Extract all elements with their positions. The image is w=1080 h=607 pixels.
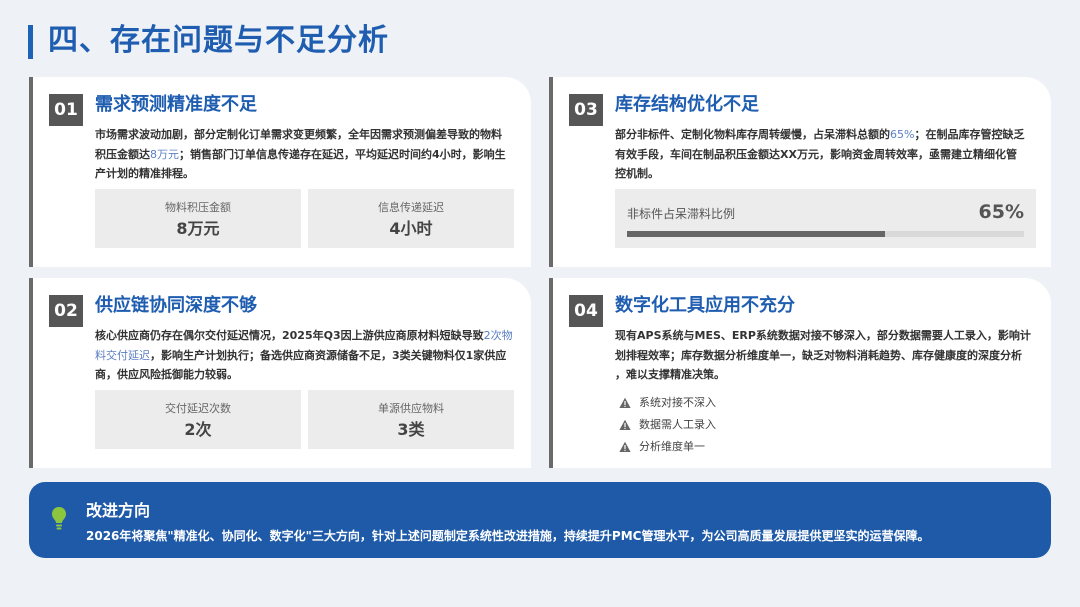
warning-triangle-icon	[619, 419, 631, 430]
list-item: 分析维度单一	[619, 436, 716, 458]
lightbulb-icon	[52, 507, 66, 530]
banner-text: 2026年将聚焦"精准化、协同化、数字化"三大方向，针对上述问题制定系统性改进措…	[86, 529, 930, 543]
issue-text: 分析维度单一	[639, 440, 705, 453]
desc-line: 积压金额达8万元；销售部门订单信息传递存在延迟，平均延迟时间约4小时，影响生	[95, 147, 506, 161]
card-demand-forecast: 01 需求预测精准度不足 市场需求波动加剧，部分定制化订单需求变更频繁，全年因需…	[29, 77, 531, 267]
desc-line: 市场需求波动加剧，部分定制化订单需求变更频繁，全年因需求预测偏差导致的物料	[95, 128, 502, 141]
progress-track	[627, 231, 1024, 237]
desc-line: 核心供应商仍存在偶尔交付延迟情况，2025年Q3因上游供应商原材料短缺导致2次物	[95, 329, 513, 342]
title-accent-bar	[28, 25, 33, 59]
issue-text: 数据需人工录入	[639, 418, 716, 431]
progress-label: 非标件占呆滞料比例	[627, 207, 736, 221]
metric-single-source: 单源供应物料 3类	[308, 390, 514, 449]
card-supply-chain: 02 供应链协同深度不够 核心供应商仍存在偶尔交付延迟情况，2025年Q3因上游…	[29, 278, 531, 468]
list-item: 数据需人工录入	[619, 414, 716, 436]
metric-label: 单源供应物料	[378, 402, 444, 415]
card-number: 02	[49, 295, 83, 327]
metric-material-backlog: 物料积压金额 8万元	[95, 189, 301, 248]
desc-line: 料交付延迟，影响生产计划执行；备选供应商资源储备不足，3类关键物料仅1家供应	[95, 348, 507, 362]
banner-title: 改进方向	[86, 501, 151, 520]
issue-list: 系统对接不深入 数据需人工录入 分析维度单一	[619, 392, 716, 458]
progress-value: 65%	[978, 201, 1024, 223]
metric-label: 交付延迟次数	[165, 402, 231, 415]
metric-value: 3类	[397, 420, 425, 439]
list-item: 系统对接不深入	[619, 392, 716, 414]
desc-line: 产计划的精准排程。	[95, 167, 194, 180]
desc-line: ，难以支撑精准决策。	[615, 368, 725, 381]
metric-label: 信息传递延迟	[378, 201, 444, 214]
card-number: 01	[49, 94, 83, 126]
card-digital-tools: 04 数字化工具应用不充分 现有APS系统与MES、ERP系统数据对接不够深入，…	[549, 278, 1051, 468]
desc-line: 现有APS系统与MES、ERP系统数据对接不够深入，部分数据需要人工录入，影响计	[615, 329, 1031, 342]
metric-value: 4小时	[389, 219, 433, 238]
warning-triangle-icon	[619, 441, 631, 452]
improvement-banner: 改进方向 2026年将聚焦"精准化、协同化、数字化"三大方向，针对上述问题制定系…	[29, 482, 1051, 558]
card-description: 部分非标件、定制化物料库存周转缓慢，占呆滞料总额的65%；在制品库存管控缺乏 有…	[615, 125, 1033, 184]
card-description: 现有APS系统与MES、ERP系统数据对接不够深入，部分数据需要人工录入，影响计…	[615, 326, 1033, 385]
metric-value: 2次	[184, 420, 212, 439]
metric-value: 8万元	[176, 219, 220, 238]
card-inventory-structure: 03 库存结构优化不足 部分非标件、定制化物料库存周转缓慢，占呆滞料总额的65%…	[549, 77, 1051, 267]
desc-line: 部分非标件、定制化物料库存周转缓慢，占呆滞料总额的65%；在制品库存管控缺乏	[615, 128, 1025, 141]
card-title: 供应链协同深度不够	[95, 295, 257, 316]
desc-line: 控机制。	[615, 167, 659, 180]
card-title: 数字化工具应用不充分	[615, 295, 795, 316]
metric-label: 物料积压金额	[165, 201, 231, 214]
desc-line: 商，供应风险抵御能力较弱。	[95, 368, 238, 381]
issue-text: 系统对接不深入	[639, 396, 716, 409]
desc-line: 有效手段，车间在制品积压金额达XX万元，影响资金周转效率，亟需建立精细化管	[615, 147, 1017, 161]
page-title: 四、存在问题与不足分析	[48, 23, 389, 58]
metric-delivery-delays: 交付延迟次数 2次	[95, 390, 301, 449]
metric-info-delay: 信息传递延迟 4小时	[308, 189, 514, 248]
card-number: 04	[569, 295, 603, 327]
card-title: 库存结构优化不足	[615, 94, 759, 115]
card-number: 03	[569, 94, 603, 126]
desc-line: 划排程效率；库存数据分析维度单一，缺乏对物料消耗趋势、库存健康度的深度分析	[615, 348, 1022, 362]
progress-fill	[627, 231, 886, 237]
card-title: 需求预测精准度不足	[95, 94, 257, 115]
card-description: 核心供应商仍存在偶尔交付延迟情况，2025年Q3因上游供应商原材料短缺导致2次物…	[95, 326, 513, 385]
card-description: 市场需求波动加剧，部分定制化订单需求变更频繁，全年因需求预测偏差导致的物料 积压…	[95, 125, 513, 184]
nonstandard-ratio-progress: 非标件占呆滞料比例 65%	[615, 189, 1036, 248]
warning-triangle-icon	[619, 397, 631, 408]
